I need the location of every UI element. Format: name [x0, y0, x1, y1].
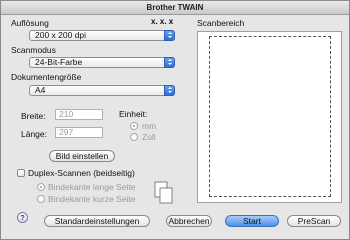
adjust-image-button[interactable]: Bild einstellen — [49, 150, 115, 162]
duplex-pages-icon — [154, 181, 173, 204]
start-button[interactable]: Start — [225, 215, 279, 227]
document-size-label: Dokumentengröße — [11, 72, 82, 82]
version-marker: x. x. x — [151, 17, 174, 26]
resolution-select-value: 200 x 200 dpi — [35, 30, 87, 40]
twain-dialog-window: Brother TWAIN Auflösung x. x. x 200 x 20… — [0, 0, 350, 240]
cancel-button[interactable]: Abbrechen — [166, 215, 212, 227]
unit-inch-radio[interactable] — [130, 133, 138, 141]
unit-mm-label: mm — [142, 121, 157, 131]
binding-short-edge-radio[interactable] — [37, 195, 45, 203]
width-field[interactable]: 210 — [55, 109, 103, 120]
binding-long-edge-radio[interactable] — [37, 183, 45, 191]
select-arrows-icon — [164, 30, 175, 41]
select-arrows-icon — [164, 85, 175, 96]
length-label: Länge: — [21, 129, 47, 139]
document-size-select[interactable]: A4 — [29, 85, 175, 96]
unit-label: Einheit: — [119, 109, 148, 119]
scan-area-selection[interactable] — [209, 36, 331, 197]
scan-area-preview[interactable] — [197, 31, 342, 203]
scan-mode-label: Scanmodus — [11, 45, 56, 55]
unit-mm-radio[interactable] — [130, 122, 138, 130]
scan-mode-select-value: 24-Bit-Farbe — [35, 57, 83, 67]
unit-inch-label: Zoll — [142, 132, 156, 142]
select-arrows-icon — [164, 57, 175, 68]
defaults-button[interactable]: Standardeinstellungen — [44, 215, 150, 227]
document-size-select-value: A4 — [35, 85, 46, 95]
resolution-select[interactable]: 200 x 200 dpi — [29, 30, 175, 41]
width-label: Breite: — [21, 111, 46, 121]
length-field[interactable]: 297 — [55, 127, 103, 138]
binding-short-edge-label: Bindekante kurze Seite — [48, 194, 136, 204]
scan-area-label: Scanbereich — [197, 18, 245, 28]
scan-mode-select[interactable]: 24-Bit-Farbe — [29, 57, 175, 68]
resolution-label: Auflösung — [11, 18, 49, 28]
help-icon[interactable]: ? — [17, 212, 28, 223]
duplex-label: Duplex-Scannen (beidseitig) — [28, 168, 135, 178]
prescan-button[interactable]: PreScan — [287, 215, 341, 227]
window-title: Brother TWAIN — [1, 1, 349, 15]
duplex-checkbox[interactable] — [17, 169, 25, 177]
binding-long-edge-label: Bindekante lange Seite — [48, 182, 136, 192]
